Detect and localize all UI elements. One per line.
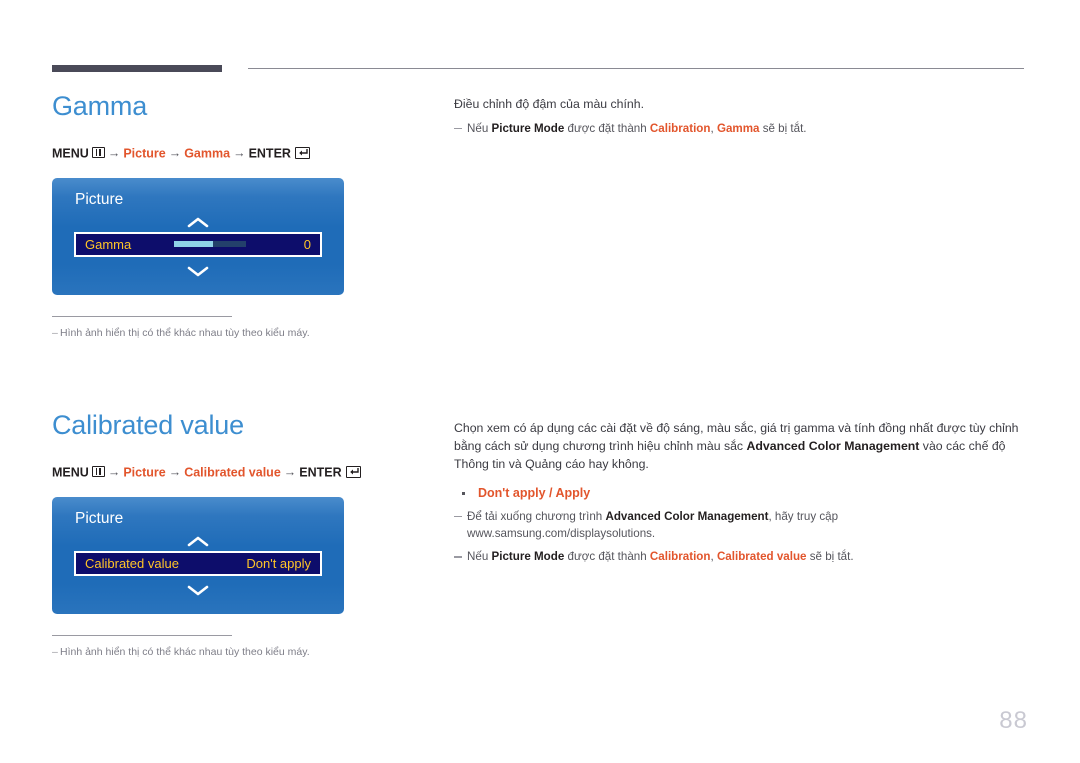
calibrated-value-description: Chọn xem có áp dụng các cài đặt về độ sá… — [454, 421, 1019, 471]
menu-path-gamma: MENU → Picture → Gamma → ENTER — [52, 146, 432, 161]
enter-label: ENTER — [248, 146, 291, 161]
osd-row-label: Calibrated value — [85, 555, 179, 571]
right-column-section-calibrated-value: Chọn xem có áp dụng các cài đặt về độ sá… — [454, 420, 1028, 566]
menu-label: MENU — [52, 146, 89, 161]
menu-path-step-picture[interactable]: Picture — [123, 146, 165, 160]
gamma-description: Điều chỉnh độ đậm của màu chính. — [454, 97, 645, 111]
menu-grid-icon — [91, 466, 105, 478]
header-rule-line — [248, 68, 1024, 69]
footnote-calibrated-value: ‒ Hình ảnh hiển thị có thể khác nhau tùy … — [52, 645, 432, 659]
header-accent-bar — [52, 65, 222, 72]
left-column-section-calibrated-value: Calibrated value MENU → Picture → Calibrated… — [52, 410, 432, 659]
osd-row-label: Gamma — [85, 236, 132, 252]
footnote-divider — [52, 634, 232, 636]
chevron-down-icon[interactable] — [187, 266, 209, 277]
osd-row-value: Don't apply — [246, 555, 311, 571]
chevron-up-icon[interactable] — [187, 217, 209, 228]
path-arrow-2: → — [168, 146, 182, 161]
osd-panel-gamma: Picture Gamma 0 — [52, 177, 344, 295]
menu-label: MENU — [52, 465, 89, 480]
right-column-section-gamma: Điều chỉnh độ đậm của màu chính. Nếu Pic… — [454, 96, 1028, 138]
calibrated-value-note-2: Nếu Picture Mode được đặt thành Calibrat… — [454, 549, 1028, 566]
page-title-gamma: Gamma — [52, 91, 148, 121]
osd-row-calibrated-value[interactable]: Calibrated value Don't apply — [74, 550, 322, 576]
page-title-calibrated-value: Calibrated value — [52, 410, 244, 440]
calibrated-value-options: Don't apply / Apply — [454, 485, 1028, 501]
enter-label: ENTER — [299, 465, 342, 480]
enter-return-icon — [294, 146, 310, 159]
footnote-dash: ‒ — [52, 326, 58, 339]
chevron-down-icon[interactable] — [187, 585, 209, 596]
path-arrow-3: → — [283, 465, 297, 480]
osd-panel-calibrated-value: Picture Calibrated value Don't apply — [52, 496, 344, 614]
calibrated-value-note-1: Để tải xuống chương trình Advanced Color… — [454, 509, 1028, 543]
menu-grid-icon — [91, 147, 105, 159]
path-arrow-1: → — [107, 465, 121, 480]
footnote-text: Hình ảnh hiển thị có thể khác nhau tùy t… — [60, 645, 310, 658]
osd-row-gamma[interactable]: Gamma 0 — [74, 231, 322, 257]
path-arrow-2: → — [168, 465, 182, 480]
gamma-slider[interactable] — [173, 241, 246, 248]
menu-path-step-gamma[interactable]: Gamma — [184, 146, 230, 160]
osd-panel-title: Picture — [75, 509, 124, 527]
osd-row-value: 0 — [303, 236, 311, 252]
footnote-gamma: ‒ Hình ảnh hiển thị có thể khác nhau tùy … — [52, 326, 432, 340]
page-number: 88 — [999, 707, 1028, 734]
footnote-block-gamma: ‒ Hình ảnh hiển thị có thể khác nhau tùy … — [52, 315, 432, 340]
chevron-up-icon[interactable] — [187, 536, 209, 547]
menu-path-step-calibrated-value[interactable]: Calibrated value — [184, 465, 281, 479]
osd-panel-title: Picture — [75, 190, 124, 208]
gamma-slider-fill — [173, 241, 214, 248]
menu-path-calibrated-value: MENU → Picture → Calibrated value → ENTER — [52, 465, 432, 480]
gamma-note-1: Nếu Picture Mode được đặt thành Calibrat… — [454, 121, 1028, 138]
path-arrow-3: → — [233, 146, 246, 161]
enter-return-icon — [345, 465, 361, 478]
menu-path-step-picture[interactable]: Picture — [123, 465, 165, 479]
footnote-divider — [52, 315, 232, 317]
path-arrow-1: → — [107, 146, 121, 161]
left-column-section-gamma: Gamma MENU → Picture → Gamma → ENTER Picture G… — [52, 91, 432, 340]
footnote-block-calibrated-value: ‒ Hình ảnh hiển thị có thể khác nhau tùy … — [52, 634, 432, 659]
footnote-text: Hình ảnh hiển thị có thể khác nhau tùy t… — [60, 326, 310, 339]
footnote-dash: ‒ — [52, 645, 58, 658]
